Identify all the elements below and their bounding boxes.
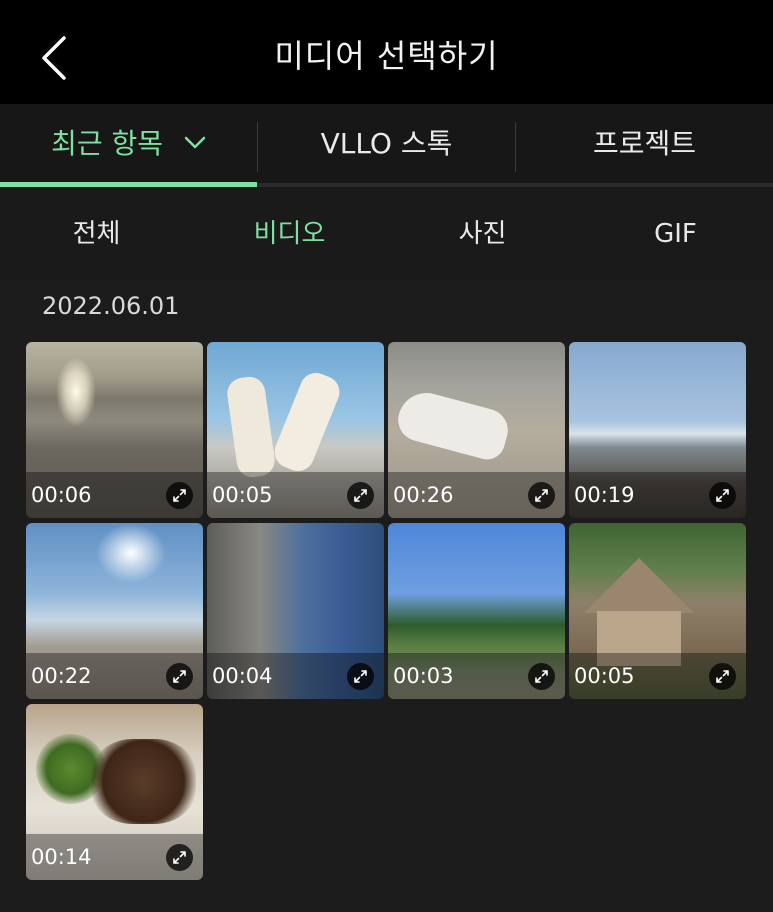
page-title: 미디어 선택하기 xyxy=(274,37,499,75)
expand-icon[interactable] xyxy=(166,663,193,690)
duration-label: 00:05 xyxy=(574,664,635,688)
media-thumbnail[interactable]: 00:05 xyxy=(569,523,746,699)
media-type-filters: 전체 비디오 사진 GIF xyxy=(0,187,773,281)
expand-icon[interactable] xyxy=(166,844,193,871)
duration-label: 00:05 xyxy=(212,483,273,507)
media-thumbnail[interactable]: 00:26 xyxy=(388,342,565,518)
section-date: 2022.06.01 xyxy=(42,292,180,320)
filter-all[interactable]: 전체 xyxy=(0,187,193,281)
expand-icon[interactable] xyxy=(347,663,374,690)
expand-icon[interactable] xyxy=(528,663,555,690)
duration-label: 00:22 xyxy=(31,664,92,688)
duration-label: 00:06 xyxy=(31,483,92,507)
media-thumbnail[interactable]: 00:22 xyxy=(26,523,203,699)
duration-label: 00:26 xyxy=(393,483,454,507)
expand-icon[interactable] xyxy=(166,482,193,509)
media-thumbnail[interactable]: 00:19 xyxy=(569,342,746,518)
expand-icon[interactable] xyxy=(528,482,555,509)
chevron-down-icon xyxy=(184,136,206,149)
filter-video[interactable]: 비디오 xyxy=(193,187,386,281)
duration-label: 00:04 xyxy=(212,664,273,688)
filter-gif[interactable]: GIF xyxy=(579,187,772,281)
tab-vllo-stock[interactable]: VLLO 스톡 xyxy=(258,104,515,186)
header: 미디어 선택하기 xyxy=(0,0,773,104)
source-tabs: 최근 항목 VLLO 스톡 프로젝트 xyxy=(0,104,773,186)
expand-icon[interactable] xyxy=(347,482,374,509)
media-thumbnail[interactable]: 00:04 xyxy=(207,523,384,699)
duration-label: 00:03 xyxy=(393,664,454,688)
tab-recent-label: 최근 항목 xyxy=(51,127,164,160)
filter-photo[interactable]: 사진 xyxy=(386,187,579,281)
media-thumbnail[interactable]: 00:05 xyxy=(207,342,384,518)
expand-icon[interactable] xyxy=(709,482,736,509)
expand-icon[interactable] xyxy=(709,663,736,690)
duration-label: 00:14 xyxy=(31,845,92,869)
tab-recent[interactable]: 최근 항목 xyxy=(0,104,257,186)
duration-label: 00:19 xyxy=(574,483,635,507)
media-thumbnail[interactable]: 00:03 xyxy=(388,523,565,699)
tab-project[interactable]: 프로젝트 xyxy=(516,104,773,186)
media-thumbnail[interactable]: 00:14 xyxy=(26,704,203,880)
media-thumbnail[interactable]: 00:06 xyxy=(26,342,203,518)
